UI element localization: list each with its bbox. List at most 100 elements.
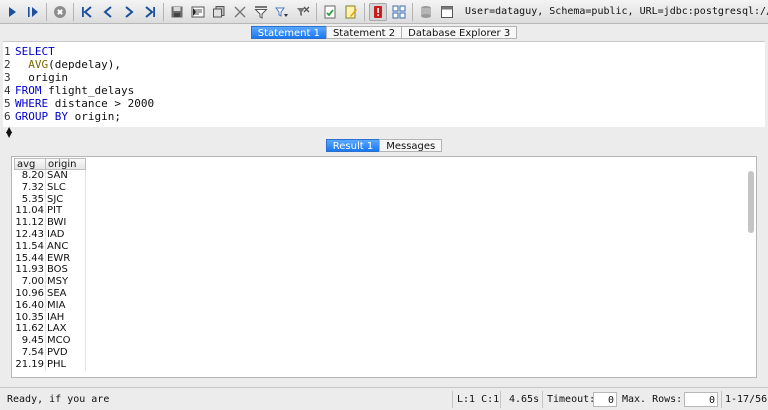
clear-button[interactable] xyxy=(231,3,249,21)
format-sql-button[interactable] xyxy=(189,3,207,21)
database-icon xyxy=(421,5,431,18)
filter-button[interactable] xyxy=(252,3,270,21)
cell-avg[interactable]: 8.20 xyxy=(14,170,46,182)
cell-avg[interactable]: 11.62 xyxy=(14,323,46,336)
cell-origin[interactable]: ANC xyxy=(46,240,86,253)
where-condition: distance > 2000 xyxy=(48,97,155,110)
cell-origin[interactable]: SEA xyxy=(46,287,86,300)
cell-origin[interactable]: IAD xyxy=(46,228,86,241)
tab-messages[interactable]: Messages xyxy=(379,139,443,152)
tab-statement-1[interactable]: Statement 1 xyxy=(250,26,326,39)
table-row[interactable]: 16.40 MIA xyxy=(14,299,86,312)
table-row[interactable]: 11.62 LAX xyxy=(14,323,86,336)
cell-avg[interactable]: 11.54 xyxy=(14,240,46,253)
table-row[interactable]: 11.04 PIT xyxy=(14,205,86,218)
table-row[interactable]: 7.32 SLC xyxy=(14,181,86,194)
cell-avg[interactable]: 12.43 xyxy=(14,228,46,241)
tab-statement-2[interactable]: Statement 2 xyxy=(325,26,402,39)
keyword-from: FROM xyxy=(15,84,42,97)
max-rows-input[interactable]: 0 xyxy=(684,391,718,407)
commit-button[interactable] xyxy=(321,3,339,21)
line-number: 6 xyxy=(4,110,11,123)
rollback-button[interactable] xyxy=(342,3,360,21)
table-row[interactable]: 7.00 MSY xyxy=(14,276,86,288)
tab-database-explorer-3[interactable]: Database Explorer 3 xyxy=(401,26,518,39)
cell-origin[interactable]: BWI xyxy=(46,217,86,229)
table-row[interactable]: 11.12 BWI xyxy=(14,217,86,229)
toolbar-separator xyxy=(46,2,47,21)
cell-avg[interactable]: 11.12 xyxy=(14,217,46,229)
cell-avg[interactable]: 11.04 xyxy=(14,205,46,218)
timeout-input[interactable]: 0 xyxy=(593,391,617,407)
code-line: 3 origin xyxy=(3,71,765,84)
window-icon xyxy=(441,5,453,18)
cell-origin[interactable]: MSY xyxy=(46,276,86,288)
cell-origin[interactable]: MIA xyxy=(46,299,86,312)
cell-origin[interactable]: PHL xyxy=(46,358,86,371)
cell-origin[interactable]: LAX xyxy=(46,323,86,336)
table-row[interactable]: 10.96 SEA xyxy=(14,287,86,300)
table-row[interactable]: 9.45 MCO xyxy=(14,335,86,347)
grid-view-button[interactable] xyxy=(390,3,408,21)
splitter-arrows-icon[interactable]: ▲ ▼ xyxy=(6,126,12,139)
previous-icon xyxy=(103,5,112,18)
cell-origin[interactable]: PVD xyxy=(46,346,86,359)
cell-avg[interactable]: 16.40 xyxy=(14,299,46,312)
workspace-button[interactable] xyxy=(438,3,456,21)
copy-button[interactable] xyxy=(210,3,228,21)
table-row[interactable]: 10.35 IAH xyxy=(14,311,86,324)
cell-origin[interactable]: PIT xyxy=(46,205,86,218)
table-row[interactable]: 15.44 EWR xyxy=(14,252,86,265)
save-button[interactable] xyxy=(168,3,186,21)
table-row[interactable]: 21.19 PHL xyxy=(14,358,86,371)
filter-dropdown-button[interactable] xyxy=(273,3,291,21)
execute-selection-button[interactable] xyxy=(24,3,42,21)
cell-avg[interactable]: 9.45 xyxy=(14,335,46,347)
cell-avg[interactable]: 21.19 xyxy=(14,358,46,371)
cell-origin[interactable]: SLC xyxy=(46,181,86,194)
cell-avg[interactable]: 5.35 xyxy=(14,193,46,206)
last-statement-button[interactable] xyxy=(141,3,159,21)
table-row[interactable]: 11.93 BOS xyxy=(14,264,86,277)
code-line: 5 WHERE distance > 2000 xyxy=(3,97,765,110)
table-row[interactable]: 11.54 ANC xyxy=(14,240,86,253)
table-row[interactable]: 5.35 SJC xyxy=(14,193,86,206)
cell-origin[interactable]: IAH xyxy=(46,311,86,324)
code-line: 2 AVG (depdelay), xyxy=(3,58,765,71)
scroll-thumb[interactable] xyxy=(748,171,754,233)
execute-button[interactable] xyxy=(3,3,21,21)
results-grid: avg origin 8.20 SAN 7.32 SLC 5.35 SJC 11.04 PIT… xyxy=(14,158,86,371)
cell-avg[interactable]: 7.00 xyxy=(14,276,46,288)
table-row[interactable]: 12.43 IAD xyxy=(14,228,86,241)
cell-origin[interactable]: SAN xyxy=(46,170,86,182)
cell-avg[interactable]: 10.96 xyxy=(14,287,46,300)
first-statement-button[interactable] xyxy=(78,3,96,21)
database-button[interactable] xyxy=(417,3,435,21)
cell-origin[interactable]: SJC xyxy=(46,193,86,206)
previous-statement-button[interactable] xyxy=(99,3,117,21)
row-range: 1-17/56 xyxy=(725,393,768,405)
tab-result-1[interactable]: Result 1 xyxy=(325,139,380,152)
autocommit-toggle[interactable] xyxy=(369,2,387,21)
cell-origin[interactable]: EWR xyxy=(46,252,86,265)
cell-avg[interactable]: 10.35 xyxy=(14,311,46,324)
cell-origin[interactable]: BOS xyxy=(46,264,86,277)
cell-avg[interactable]: 15.44 xyxy=(14,252,46,265)
results-scrollbar[interactable] xyxy=(748,171,754,376)
column-header-avg[interactable]: avg xyxy=(14,158,46,170)
table-row[interactable]: 8.20 SAN xyxy=(14,170,86,182)
column-header-origin[interactable]: origin xyxy=(46,158,86,170)
cell-avg[interactable]: 7.32 xyxy=(14,181,46,194)
toolbar-separator xyxy=(163,2,164,21)
table-row[interactable]: 7.54 PVD xyxy=(14,346,86,359)
cell-avg[interactable]: 11.93 xyxy=(14,264,46,277)
play-icon xyxy=(9,6,16,17)
cell-avg[interactable]: 7.54 xyxy=(14,346,46,359)
sql-editor[interactable]: 1 SELECT 2 AVG (depdelay), 3 origin 4 FROM … xyxy=(3,41,765,127)
clear-filter-button[interactable] xyxy=(294,3,312,21)
line-number: 4 xyxy=(4,84,11,97)
next-statement-button[interactable] xyxy=(120,3,138,21)
stop-button[interactable] xyxy=(51,3,69,21)
code-line: 4 FROM flight_delays xyxy=(3,84,765,97)
cell-origin[interactable]: MCO xyxy=(46,335,86,347)
